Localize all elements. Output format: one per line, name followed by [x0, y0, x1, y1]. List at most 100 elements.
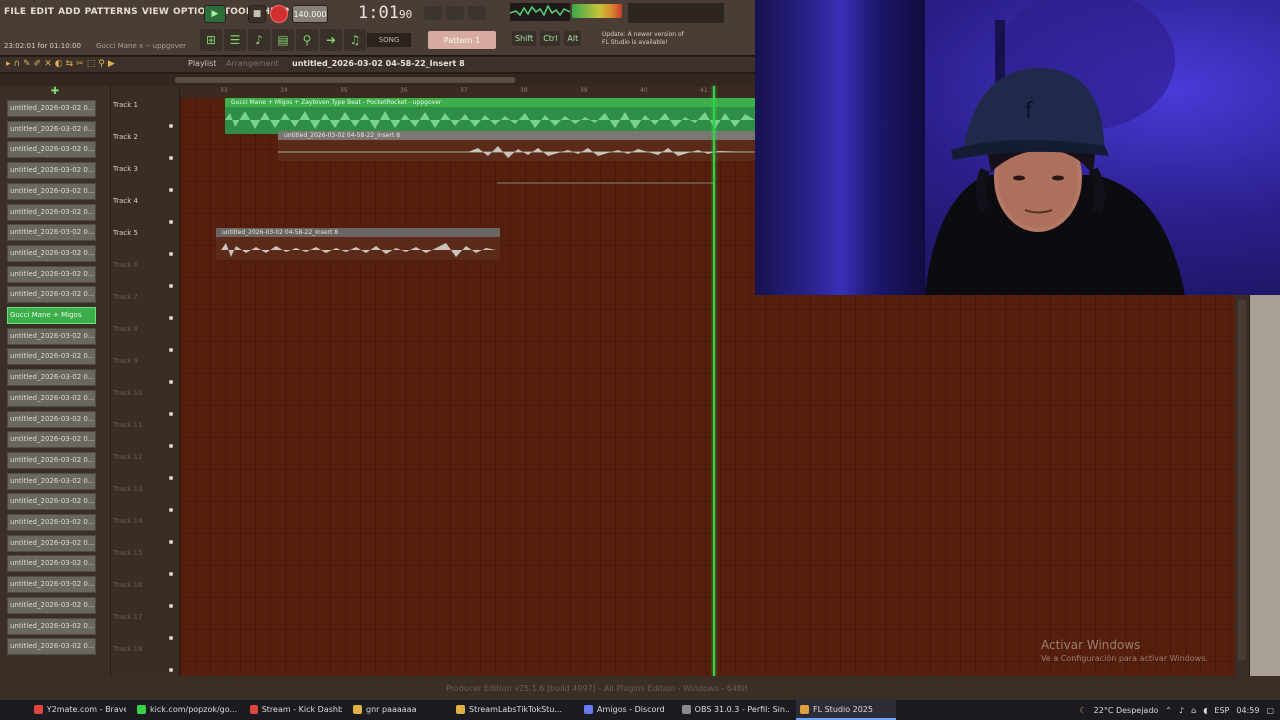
plugin-picker-icon[interactable]: ⚲ [296, 29, 318, 51]
master-pitch-knob[interactable] [446, 6, 464, 20]
arrangement-grid[interactable] [180, 86, 755, 676]
browser-item[interactable]: untitled_2026-03-02 0... [7, 141, 96, 159]
track-label[interactable]: Track 7 [113, 293, 138, 301]
paint-icon[interactable]: ✐ [34, 59, 42, 69]
browser-item[interactable]: untitled_2026-03-02 0... [7, 162, 96, 180]
browser-item-active[interactable]: Gucci Mane + Migos [7, 307, 96, 324]
track-mute-dot[interactable] [169, 220, 173, 224]
master-volume-knob[interactable] [424, 6, 442, 20]
track-label[interactable]: Track 5 [113, 229, 138, 237]
browser-item[interactable]: untitled_2026-03-02 0... [7, 224, 96, 242]
song-mode-selector[interactable]: SONG [367, 33, 411, 47]
browser-item[interactable]: untitled_2026-03-02 0... [7, 265, 96, 283]
taskbar-app[interactable]: gnr paaaaaa [349, 700, 449, 720]
browser-item[interactable]: untitled_2026-03-02 0... [7, 410, 96, 428]
track-label[interactable]: Track 4 [113, 197, 138, 205]
playhead[interactable] [713, 86, 715, 676]
magnet-icon[interactable]: ∩ [14, 59, 21, 69]
weather-icon[interactable]: ☾ [1079, 706, 1086, 715]
language-indicator[interactable]: ESP [1214, 706, 1229, 715]
update-news[interactable]: Update: A newer version of FL Studio is … [602, 31, 692, 47]
menu-view[interactable]: VIEW [142, 7, 169, 17]
clock[interactable]: 04:59 [1236, 706, 1259, 715]
track-label[interactable]: Track 10 [113, 389, 142, 397]
browser-item[interactable]: untitled_2026-03-02 0... [7, 203, 96, 221]
browser-item[interactable]: untitled_2026-03-02 0... [7, 596, 96, 614]
zoom-icon[interactable]: ⚲ [98, 59, 105, 69]
arrangement-grid-extended[interactable] [755, 295, 1235, 676]
mute-icon[interactable]: ◐ [55, 59, 63, 69]
track-mute-dot[interactable] [169, 540, 173, 544]
browser-item[interactable]: untitled_2026-03-02 0... [7, 182, 96, 200]
record-button[interactable] [270, 5, 288, 23]
menu-file[interactable]: FILE [4, 7, 26, 17]
track-mute-dot[interactable] [169, 604, 173, 608]
browser-item[interactable]: untitled_2026-03-02 0... [7, 244, 96, 262]
browser-item[interactable]: untitled_2026-03-02 0... [7, 576, 96, 594]
browser-item[interactable]: untitled_2026-03-02 0... [7, 534, 96, 552]
browser-item[interactable]: untitled_2026-03-02 0... [7, 472, 96, 490]
taskbar-app[interactable]: StreamLabsTikTokStu... [452, 700, 577, 720]
volume-icon[interactable]: ◖ [1203, 706, 1207, 715]
browser-item[interactable]: untitled_2026-03-02 0... [7, 348, 96, 366]
browser-icon[interactable]: ▤ [272, 29, 294, 51]
mic-tray-icon[interactable]: ♪ [1179, 706, 1184, 715]
track-label[interactable]: Track 1 [113, 101, 138, 109]
track-label[interactable]: Track 16 [113, 581, 142, 589]
playlist-file-name[interactable]: untitled_2026-03-02 04-58-22_Insert 8 [292, 59, 465, 68]
draw-icon[interactable]: ✎ [23, 59, 31, 69]
track-label[interactable]: Track 8 [113, 325, 138, 333]
slice-icon[interactable]: ✂ [76, 59, 84, 69]
arrow-icon[interactable]: ➜ [320, 29, 342, 51]
select-icon[interactable]: ⬚ [87, 59, 96, 69]
track-mute-dot[interactable] [169, 156, 173, 160]
taskbar-app[interactable]: Y2mate.com - Brave [30, 700, 130, 720]
tempo-display[interactable]: 140.000 [292, 5, 328, 23]
menu-arrow-icon[interactable]: ▸ [6, 59, 11, 69]
track-label[interactable]: Track 13 [113, 485, 142, 493]
slip-icon[interactable]: ⇆ [66, 59, 74, 69]
mic-icon[interactable]: ♫ [344, 29, 366, 51]
track-mute-dot[interactable] [169, 476, 173, 480]
mixer-icon[interactable]: ⊞ [200, 29, 222, 51]
track-label[interactable]: Track 6 [113, 261, 138, 269]
track-mute-dot[interactable] [169, 412, 173, 416]
weather-text[interactable]: 22°C Despejado [1094, 706, 1159, 715]
track-mute-dot[interactable] [169, 284, 173, 288]
track-mute-dot[interactable] [169, 572, 173, 576]
pattern-selector[interactable]: Pattern 1 [428, 31, 496, 49]
stop-button[interactable]: ■ [248, 5, 266, 23]
menu-patterns[interactable]: PATTERNS [85, 7, 138, 17]
channel-rack-icon[interactable]: ☰ [224, 29, 246, 51]
track-mute-dot[interactable] [169, 508, 173, 512]
menu-edit[interactable]: EDIT [30, 7, 54, 17]
track-mute-dot[interactable] [169, 188, 173, 192]
track-mute-dot[interactable] [169, 316, 173, 320]
track-label[interactable]: Track 3 [113, 165, 138, 173]
piano-roll-icon[interactable]: ♪ [248, 29, 270, 51]
track-mute-dot[interactable] [169, 348, 173, 352]
browser-item[interactable]: untitled_2026-03-02 0... [7, 617, 96, 635]
taskbar-app[interactable]: Amigos - Discord [580, 700, 675, 720]
track-mute-dot[interactable] [169, 124, 173, 128]
browser-item[interactable]: untitled_2026-03-02 0... [7, 100, 96, 117]
audio-clip-insert-2[interactable]: untitled_2026-03-02 04-58-22_Insert 8 [216, 228, 500, 260]
track-mute-dot[interactable] [169, 668, 173, 672]
menu-add[interactable]: ADD [58, 7, 81, 17]
track-label[interactable]: Track 15 [113, 549, 142, 557]
track-mute-dot[interactable] [169, 252, 173, 256]
browser-item[interactable]: untitled_2026-03-02 0... [7, 389, 96, 407]
browser-item[interactable]: untitled_2026-03-02 0... [7, 327, 96, 345]
taskbar-app[interactable]: kick.com/popzok/go... [133, 700, 243, 720]
tray-chevron-icon[interactable]: ⌃ [1165, 706, 1172, 715]
timeline-ruler[interactable]: 33 34 35 36 37 38 39 40 41 [180, 86, 755, 98]
track-label[interactable]: Track 18 [113, 645, 142, 653]
taskbar-app[interactable]: OBS 31.0.3 - Perfil: Sin... [678, 700, 793, 720]
automation-line[interactable] [497, 179, 715, 184]
ctrl-button[interactable]: Ctrl [540, 31, 561, 46]
alt-button[interactable]: Alt [564, 31, 582, 46]
track-mute-dot[interactable] [169, 636, 173, 640]
browser-item[interactable]: untitled_2026-03-02 0... [7, 638, 96, 656]
network-icon[interactable]: ⌂ [1191, 706, 1196, 715]
browser-item[interactable]: untitled_2026-03-02 0... [7, 369, 96, 387]
